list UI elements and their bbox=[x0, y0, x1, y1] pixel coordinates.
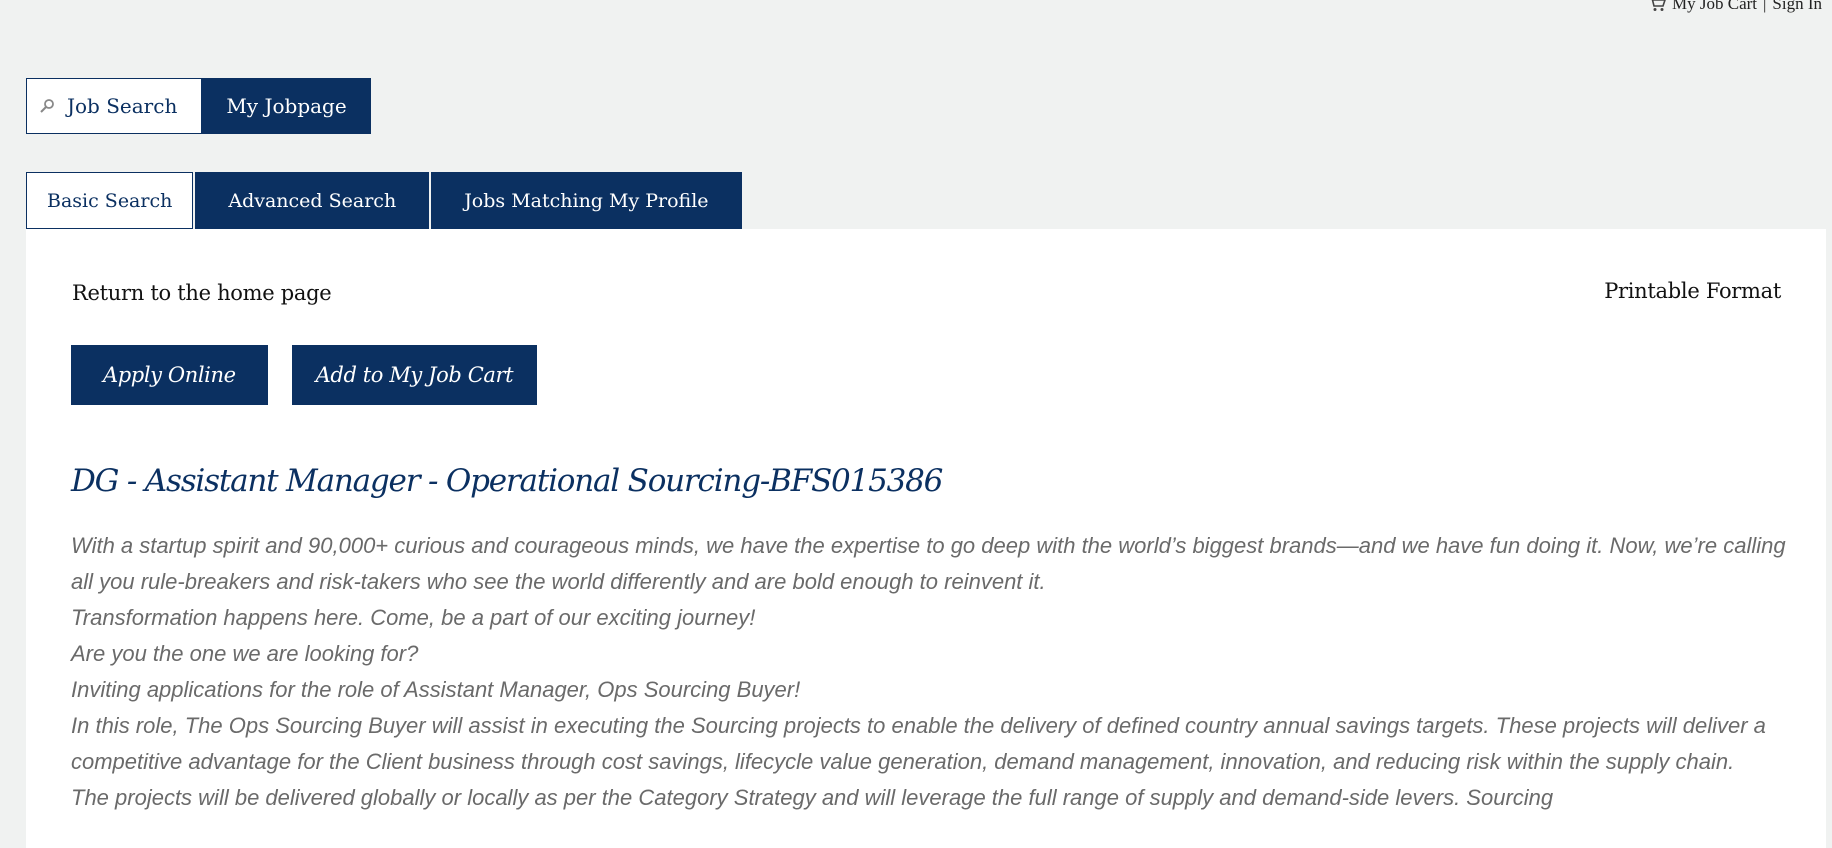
search-sub-tabs: Basic Search Advanced Search Jobs Matchi… bbox=[26, 172, 742, 229]
job-detail-panel: Return to the home page Printable Format… bbox=[26, 229, 1826, 848]
tab-job-search-label: Job Search bbox=[67, 94, 178, 118]
tab-jobs-matching-profile-label: Jobs Matching My Profile bbox=[464, 189, 709, 212]
description-paragraph: Transformation happens here. Come, be a … bbox=[71, 605, 756, 630]
cart-icon[interactable] bbox=[1648, 0, 1666, 12]
description-paragraph: With a startup spirit and 90,000+ curiou… bbox=[71, 533, 1786, 594]
top-utility-bar: My Job Cart | Sign In bbox=[1648, 0, 1822, 14]
job-title: DG - Assistant Manager - Operational Sou… bbox=[71, 463, 943, 499]
topbar-separator: | bbox=[1763, 0, 1767, 13]
tab-job-search[interactable]: Job Search bbox=[26, 78, 203, 134]
job-description: With a startup spirit and 90,000+ curiou… bbox=[71, 528, 1791, 816]
description-paragraph: The projects will be delivered globally … bbox=[71, 785, 1554, 810]
description-paragraph: Inviting applications for the role of As… bbox=[71, 677, 801, 702]
my-job-cart-link[interactable]: My Job Cart bbox=[1672, 0, 1757, 14]
printable-format-link[interactable]: Printable Format bbox=[1604, 279, 1781, 303]
main-tabs: Job Search My Jobpage bbox=[26, 78, 371, 134]
sign-in-link[interactable]: Sign In bbox=[1772, 0, 1822, 14]
apply-online-button[interactable]: Apply Online bbox=[71, 345, 268, 405]
add-to-job-cart-button[interactable]: Add to My Job Cart bbox=[291, 345, 538, 405]
tab-advanced-search-label: Advanced Search bbox=[228, 189, 397, 212]
tab-basic-search-label: Basic Search bbox=[47, 189, 173, 212]
job-actions: Apply Online Add to My Job Cart bbox=[71, 345, 538, 405]
tab-advanced-search[interactable]: Advanced Search bbox=[195, 172, 430, 229]
search-icon bbox=[39, 98, 55, 114]
description-paragraph: In this role, The Ops Sourcing Buyer wil… bbox=[71, 713, 1766, 774]
return-home-link[interactable]: Return to the home page bbox=[72, 281, 332, 305]
tab-jobs-matching-profile[interactable]: Jobs Matching My Profile bbox=[431, 172, 742, 229]
tab-my-jobpage-label: My Jobpage bbox=[226, 94, 347, 118]
description-paragraph: Are you the one we are looking for? bbox=[71, 641, 419, 666]
tab-my-jobpage[interactable]: My Jobpage bbox=[202, 78, 371, 134]
tab-basic-search[interactable]: Basic Search bbox=[26, 172, 194, 229]
